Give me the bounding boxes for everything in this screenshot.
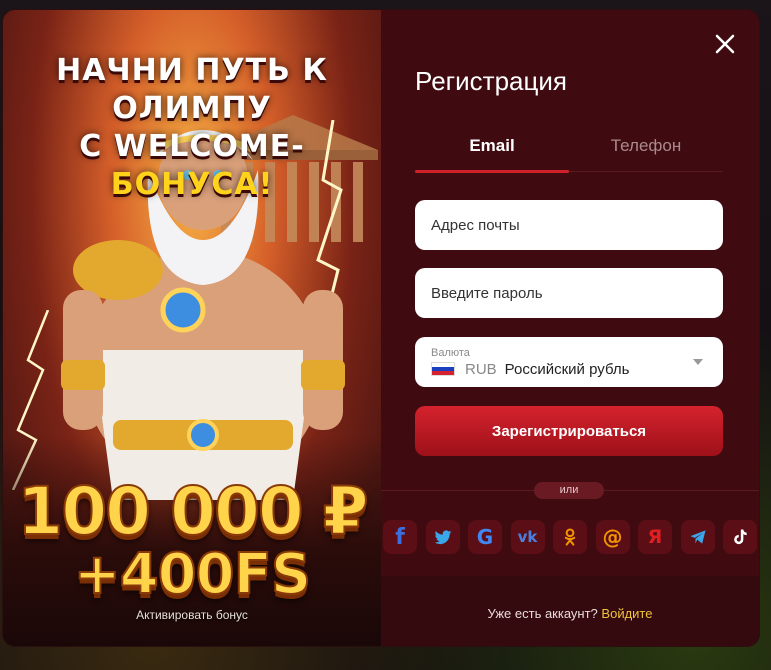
page-title: Регистрация bbox=[415, 66, 567, 96]
tab-email[interactable]: Email bbox=[415, 134, 569, 173]
auth-method-tabs: Email Телефон bbox=[415, 134, 723, 173]
password-placeholder: Введите пароль bbox=[431, 284, 543, 302]
promo-headline: НАЧНИ ПУТЬ К ОЛИМПУ С WELCOME-БОНУСА! bbox=[3, 52, 381, 204]
promo-headline-line1: НАЧНИ ПУТЬ К ОЛИМПУ bbox=[56, 53, 328, 126]
telegram-icon[interactable] bbox=[680, 520, 715, 554]
currency-value: RUB Российский рубль bbox=[431, 361, 629, 378]
register-button[interactable]: Зарегистрироваться bbox=[415, 406, 723, 456]
currency-name: Российский рубль bbox=[504, 360, 630, 378]
tab-phone[interactable]: Телефон bbox=[569, 134, 723, 171]
promo-headline-prefix: С WELCOME- bbox=[79, 129, 305, 164]
or-separator: или bbox=[534, 482, 604, 499]
promo-headline-accent: БОНУСА! bbox=[110, 167, 274, 202]
bonus-amount-freespins: +400FS bbox=[73, 542, 312, 607]
promo-headline-line2: С WELCOME-БОНУСА! bbox=[3, 128, 381, 204]
yandex-icon[interactable]: Я bbox=[638, 520, 672, 554]
currency-label: Валюта bbox=[431, 346, 470, 359]
mailru-icon[interactable]: @ bbox=[595, 520, 630, 554]
email-placeholder: Адрес почты bbox=[431, 216, 520, 234]
facebook-icon[interactable]: f bbox=[383, 520, 417, 554]
social-login-list: f G vk @ Я bbox=[381, 520, 759, 554]
google-icon[interactable]: G bbox=[468, 520, 502, 554]
vk-icon[interactable]: vk bbox=[510, 520, 545, 554]
twitter-icon[interactable] bbox=[425, 520, 460, 554]
bonus-amount-money: 100 000 ₽ bbox=[16, 473, 369, 550]
registration-form: Регистрация Email Телефон Адрес почты Вв… bbox=[381, 10, 759, 646]
registration-modal: НАЧНИ ПУТЬ К ОЛИМПУ С WELCOME-БОНУСА! 10… bbox=[3, 10, 759, 646]
currency-select[interactable]: Валюта RUB Российский рубль bbox=[415, 337, 723, 387]
currency-code: RUB bbox=[465, 360, 497, 378]
email-field[interactable]: Адрес почты bbox=[415, 200, 723, 250]
chevron-down-icon bbox=[693, 359, 703, 365]
bonus-amount: 100 000 ₽ +400FS bbox=[3, 473, 381, 607]
login-question: Уже есть аккаунт? bbox=[487, 606, 598, 621]
odnoklassniki-icon[interactable] bbox=[553, 520, 587, 554]
tiktok-icon[interactable] bbox=[723, 520, 757, 554]
russia-flag-icon bbox=[431, 362, 455, 376]
login-prompt: Уже есть аккаунт? Войдите bbox=[381, 606, 759, 621]
password-field[interactable]: Введите пароль bbox=[415, 268, 723, 318]
close-icon[interactable] bbox=[713, 32, 737, 56]
activate-bonus-link[interactable]: Активировать бонус bbox=[3, 608, 381, 622]
login-link[interactable]: Войдите bbox=[601, 606, 652, 621]
promo-banner: НАЧНИ ПУТЬ К ОЛИМПУ С WELCOME-БОНУСА! 10… bbox=[3, 10, 381, 646]
